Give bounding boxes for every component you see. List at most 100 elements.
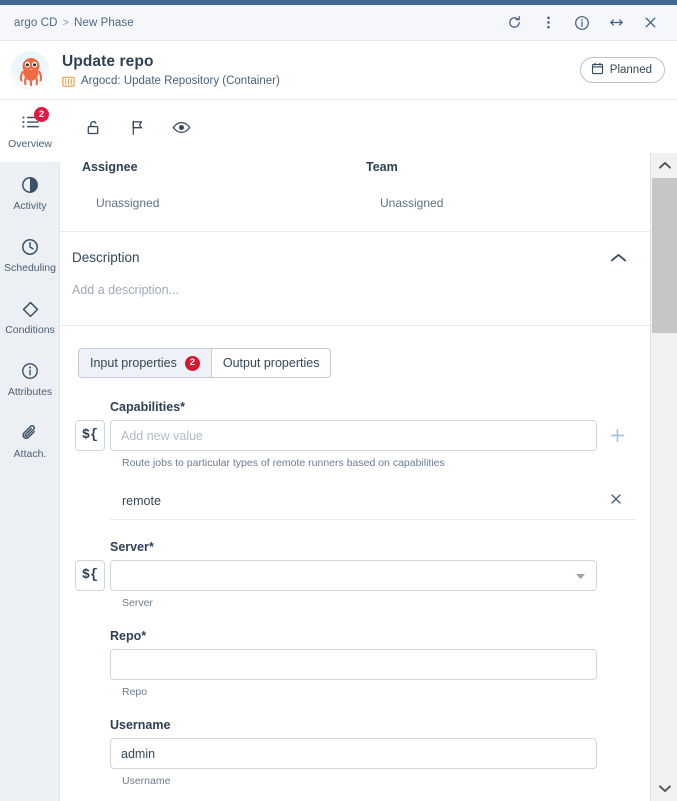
paperclip-icon: [18, 422, 42, 444]
breadcrumb-separator: >: [62, 16, 70, 29]
properties-tabs: Input properties 2 Output properties: [78, 348, 650, 378]
username-input[interactable]: [110, 738, 597, 769]
tab-output-properties[interactable]: Output properties: [210, 348, 332, 378]
sidebar-item-label-scheduling: Scheduling: [4, 262, 56, 274]
sidebar-item-conditions[interactable]: Conditions: [0, 286, 60, 348]
info-button[interactable]: [565, 8, 599, 38]
scroll-up-button[interactable]: [651, 153, 677, 178]
container-icon: [62, 75, 75, 88]
description-placeholder[interactable]: Add a description...: [60, 265, 650, 297]
username-field: Username Username: [110, 718, 650, 787]
capabilities-chip-row: remote: [110, 482, 636, 520]
status-badge[interactable]: Planned: [579, 57, 665, 83]
page-subtitle: Argocd: Update Repository (Container): [62, 75, 280, 88]
team-value[interactable]: Unassigned: [380, 196, 650, 210]
page-header: Update repo Argocd: Update Repository (C…: [0, 41, 677, 100]
more-options-button[interactable]: [531, 8, 565, 38]
repo-field: Repo* Repo: [110, 629, 650, 698]
capabilities-required-marker: *: [180, 400, 186, 414]
sidebar-item-label-conditions: Conditions: [5, 324, 55, 336]
capabilities-label-text: Capabilities: [110, 400, 181, 414]
sidebar-item-label-attributes: Attributes: [7, 386, 53, 398]
repo-label-text: Repo: [110, 629, 142, 643]
properties-form: Capabilities* ${ Route jobs to particula…: [60, 378, 650, 787]
expand-button[interactable]: [599, 8, 633, 38]
tab-input-properties[interactable]: Input properties 2: [78, 348, 211, 378]
sidebar-item-label-attachments: Attach.: [13, 448, 47, 460]
list-icon: 2: [18, 107, 49, 134]
repo-help: Repo: [122, 686, 148, 698]
capabilities-label: Capabilities*: [110, 400, 650, 414]
capabilities-variable-button[interactable]: ${: [75, 420, 105, 451]
close-button[interactable]: [633, 8, 667, 38]
subtitle-label: Argocd: Update Repository (Container): [81, 75, 280, 87]
clock-icon: [18, 236, 42, 258]
add-icon[interactable]: [607, 426, 627, 446]
server-row: ${: [75, 560, 650, 591]
sidebar-item-attributes[interactable]: Attributes: [0, 348, 60, 410]
sidebar-item-attachments[interactable]: Attach.: [0, 410, 60, 472]
status-badge-label: Planned: [609, 64, 652, 76]
octopus-avatar: [11, 51, 49, 89]
action-icon-row: [60, 100, 650, 138]
team-field: Team Unassigned: [366, 160, 650, 210]
username-help: Username: [122, 775, 171, 787]
sidebar-item-overview[interactable]: 2 Overview: [0, 100, 60, 162]
pie-chart-icon: [18, 174, 42, 196]
tab-output-properties-label: Output properties: [222, 356, 320, 370]
assignee-label: Assignee: [82, 160, 138, 174]
capabilities-input[interactable]: [110, 420, 597, 451]
divider-2: [60, 325, 650, 326]
window-actions: [497, 8, 677, 38]
repo-required-marker: *: [141, 629, 147, 643]
repo-input[interactable]: [110, 649, 597, 680]
description-title: Description: [72, 250, 140, 265]
sidebar-item-activity[interactable]: Activity: [0, 162, 60, 224]
calendar-icon: [591, 62, 604, 78]
assignee-value[interactable]: Unassigned: [96, 196, 366, 210]
server-help: Server: [122, 597, 153, 609]
breadcrumb-root[interactable]: argo CD: [14, 17, 58, 29]
tab-input-properties-badge: 2: [184, 355, 200, 371]
capability-chip-remove-icon[interactable]: [610, 493, 622, 508]
server-field: Server* ${ Server: [75, 540, 650, 609]
tab-input-properties-label: Input properties: [90, 356, 177, 370]
refresh-button[interactable]: [497, 8, 531, 38]
header-text: Update repo Argocd: Update Repository (C…: [62, 53, 280, 88]
assignee-field: Assignee Unassigned: [82, 160, 366, 210]
username-label: Username: [110, 718, 650, 732]
capabilities-row: ${: [75, 420, 650, 451]
chevron-up-icon[interactable]: [609, 252, 628, 264]
description-header: Description: [60, 232, 650, 265]
scrollbar-thumb[interactable]: [652, 178, 677, 333]
diamond-icon: [18, 298, 42, 320]
username-row: [110, 738, 650, 769]
server-variable-button[interactable]: ${: [75, 560, 105, 591]
sidebar-badge-overview: 2: [34, 107, 49, 122]
server-label: Server*: [110, 540, 650, 554]
sidebar-item-label-activity: Activity: [13, 200, 47, 212]
server-select-wrap: [110, 560, 597, 591]
flag-icon[interactable]: [126, 116, 148, 138]
repo-row: [110, 649, 650, 680]
main-content: Assignee Unassigned Team Unassigned Desc…: [60, 100, 650, 801]
app-window: argo CD > New Phase Update repo Argocd: …: [0, 0, 677, 801]
capabilities-help: Route jobs to particular types of remote…: [122, 457, 445, 469]
breadcrumb: argo CD > New Phase: [14, 17, 134, 29]
team-label: Team: [366, 160, 398, 174]
unlock-icon[interactable]: [82, 116, 104, 138]
vertical-scrollbar[interactable]: [650, 153, 677, 801]
server-select[interactable]: [110, 560, 597, 591]
server-label-text: Server: [110, 540, 149, 554]
breadcrumb-current[interactable]: New Phase: [74, 17, 134, 29]
sidebar-item-scheduling[interactable]: Scheduling: [0, 224, 60, 286]
scroll-down-button[interactable]: [651, 776, 677, 801]
eye-icon[interactable]: [170, 116, 192, 138]
username-label-text: Username: [110, 718, 171, 732]
sidebar: 2 Overview Activity Scheduling Condition…: [0, 100, 60, 801]
repo-label: Repo*: [110, 629, 650, 643]
server-required-marker: *: [148, 540, 154, 554]
meta-row: Assignee Unassigned Team Unassigned: [60, 138, 650, 210]
capability-chip-label: remote: [122, 493, 161, 508]
sidebar-item-label-overview: Overview: [8, 138, 52, 150]
